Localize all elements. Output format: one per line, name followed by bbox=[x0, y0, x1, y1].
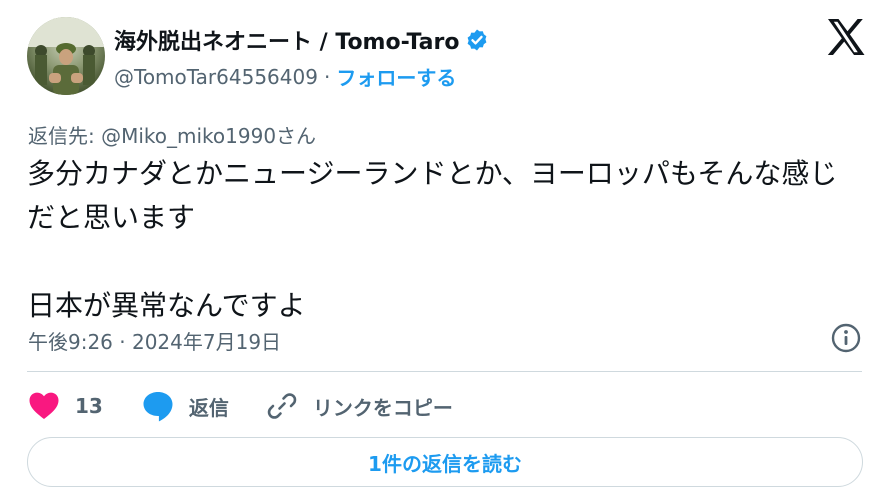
reply-label: 返信 bbox=[188, 395, 229, 420]
heart-icon bbox=[29, 392, 59, 419]
info-icon[interactable] bbox=[830, 322, 862, 354]
link-icon bbox=[267, 393, 297, 419]
handle-separator: · bbox=[323, 64, 331, 89]
author-handle-row: @TomoTar64556409 · フォローする bbox=[114, 62, 456, 91]
follow-button[interactable]: フォローする bbox=[336, 62, 456, 91]
avatar[interactable] bbox=[27, 17, 105, 95]
verified-badge-icon bbox=[468, 29, 487, 51]
author-name-row[interactable]: 海外脱出ネオニート / Tomo-Taro bbox=[114, 24, 489, 56]
tweet-timestamp[interactable]: 午後9:26 · 2024年7月19日 bbox=[28, 326, 281, 355]
author-handle[interactable]: @TomoTar64556409 bbox=[114, 65, 318, 89]
copy-link-button[interactable]: リンクをコピー bbox=[265, 389, 453, 423]
divider bbox=[27, 371, 862, 372]
like-count: 13 bbox=[75, 394, 103, 418]
author-display-name[interactable]: 海外脱出ネオニート / Tomo-Taro bbox=[114, 24, 459, 56]
like-button[interactable]: 13 bbox=[27, 389, 103, 423]
copy-link-label: リンクをコピー bbox=[312, 395, 453, 420]
speech-bubble-icon bbox=[143, 392, 173, 422]
x-logo-icon[interactable] bbox=[826, 18, 866, 56]
reply-to-text[interactable]: 返信先: @Miko_miko1990さん bbox=[28, 120, 316, 149]
read-replies-button[interactable]: 1件の返信を読む bbox=[27, 437, 863, 487]
read-replies-label: 1件の返信を読む bbox=[368, 451, 522, 476]
action-bar: 13 返信 リンクをコピー bbox=[27, 386, 453, 426]
avatar-image bbox=[27, 17, 105, 95]
tweet-text: 多分カナダとかニュージーランドとか、ヨーロッパもそんな感じだと思います 日本が異… bbox=[27, 157, 838, 322]
reply-button[interactable]: 返信 bbox=[141, 389, 229, 423]
